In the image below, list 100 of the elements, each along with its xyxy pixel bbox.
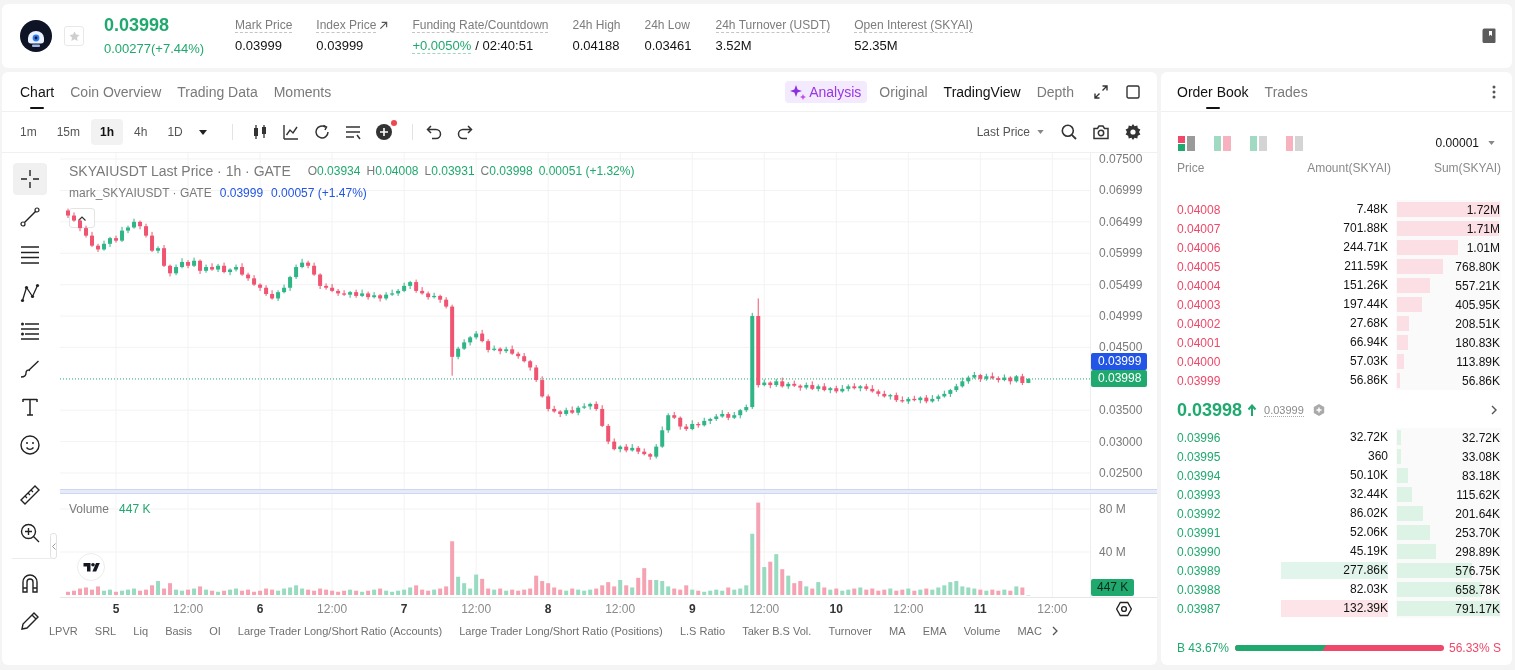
bar [882, 589, 887, 595]
indicator-tab[interactable]: MA [889, 625, 906, 637]
candlestick [426, 291, 431, 301]
bar [480, 578, 485, 595]
sum-value: 791.17K [1455, 601, 1501, 616]
indicator-tab[interactable]: Basis [165, 625, 193, 637]
price-source-dropdown[interactable]: Last Price [976, 125, 1044, 139]
sum-value: 180.83K [1455, 335, 1501, 350]
bar [438, 588, 443, 595]
view-tab[interactable]: Original [879, 83, 928, 100]
candlestick [360, 289, 365, 298]
brush-icon [20, 359, 40, 379]
replay-icon[interactable] [313, 124, 330, 140]
bar [120, 590, 125, 595]
volume-label: Volume [69, 502, 110, 516]
parallel-lines-icon [20, 321, 40, 341]
price-axis-label: 0.04500 [1099, 340, 1143, 355]
bar [498, 588, 503, 595]
volume-tag: 447 K [1091, 579, 1135, 596]
indicator-tab[interactable]: EMA [922, 625, 947, 637]
countdown-timer: / 02:40:51 [475, 38, 534, 54]
view-tab[interactable]: Depth [1036, 83, 1074, 100]
caret-icon[interactable] [198, 129, 207, 135]
bar [108, 589, 113, 595]
view-tab[interactable]: TradingView [943, 83, 1021, 100]
interval-button[interactable]: 1m [11, 119, 46, 145]
indicator-tab[interactable]: Turnover [828, 625, 872, 637]
book-icon[interactable] [1482, 28, 1496, 44]
bar [948, 582, 953, 595]
undo-icon[interactable] [425, 124, 442, 140]
price-axis-label: 0.05499 [1099, 277, 1143, 292]
bar [504, 590, 509, 595]
line-chart-icon[interactable] [282, 124, 299, 140]
candlestick [390, 289, 395, 297]
interval-button[interactable]: 1D [158, 119, 192, 145]
stat-label: Funding Rate/Countdown [412, 17, 549, 33]
time-axis-label: 8 [543, 601, 553, 617]
candlestick [366, 291, 371, 301]
indicator-tab[interactable]: Liq [133, 625, 149, 637]
chart-tab[interactable]: Trading Data [177, 72, 258, 111]
arrow-up-right-icon[interactable] [379, 20, 389, 30]
search-icon[interactable] [1061, 124, 1077, 140]
list-icon[interactable] [344, 124, 361, 140]
chevron-right-icon[interactable] [1491, 405, 1497, 415]
stat-value: 0.03461 [644, 38, 692, 54]
indicator-tab[interactable]: L.S Ratio [679, 625, 726, 637]
indicator-tab[interactable]: LPVR [49, 625, 78, 637]
order-book-tab[interactable]: Order Book [1177, 72, 1249, 111]
chart-tab[interactable]: Moments [273, 72, 332, 111]
bar [876, 590, 881, 595]
legend-change: 0.00057 (+1.47%) [271, 186, 367, 200]
sum-value: 56.86K [1461, 373, 1501, 388]
bar [672, 588, 677, 595]
settings-icon[interactable] [1125, 124, 1141, 140]
interval-button[interactable]: 4h [125, 119, 157, 145]
bar [852, 588, 857, 595]
chart-tab[interactable]: Coin Overview [70, 72, 162, 111]
bar [78, 588, 83, 595]
bar [798, 581, 803, 595]
bar [750, 533, 755, 595]
camera-icon[interactable] [1093, 124, 1109, 140]
candlestick [150, 231, 155, 253]
indicator-tab[interactable]: SRL [94, 625, 117, 637]
indicator-tab[interactable]: Taker B.S Vol. [742, 625, 812, 637]
volume-axis-label: 80 M [1099, 502, 1126, 517]
sum-value: 33.08K [1461, 449, 1501, 464]
indicator-tab[interactable]: Large Trader Long/Short Ratio (Positions) [459, 625, 663, 637]
interval-button[interactable]: 15m [47, 119, 89, 145]
indicator-tab[interactable]: Large Trader Long/Short Ratio (Accounts) [237, 625, 443, 637]
precision-dropdown[interactable]: 0.00001 [1435, 136, 1495, 150]
plus-circle-icon[interactable] [375, 124, 392, 140]
indicator-tab[interactable]: OI [209, 625, 221, 637]
chart-logo-icon[interactable] [77, 553, 105, 581]
drawing-tool-button[interactable] [13, 163, 47, 195]
more-icon[interactable] [1492, 84, 1496, 99]
settings-hexagon-icon[interactable] [1115, 601, 1132, 617]
bar [570, 588, 575, 595]
candlestick-icon[interactable] [251, 124, 268, 140]
bid-price: 0.03988 [1177, 582, 1221, 597]
price-axis-label: 0.02500 [1099, 466, 1143, 480]
bar [912, 590, 917, 595]
expand-icon[interactable] [1094, 84, 1108, 99]
bar [894, 590, 899, 595]
analysis-button[interactable]: Analysis [785, 80, 868, 103]
chart-tab[interactable]: Chart [20, 72, 55, 111]
bar [546, 583, 551, 595]
interval-button[interactable]: 1h [91, 119, 124, 145]
stat-value: 52.35M [854, 38, 898, 54]
time-axis-label: 12:00 [172, 601, 205, 617]
time-axis-label: 9 [687, 601, 697, 617]
bar [402, 589, 407, 595]
order-book-tab[interactable]: Trades [1264, 72, 1308, 111]
redo-icon[interactable] [456, 124, 473, 140]
indicator-tab[interactable]: MAC [1017, 625, 1042, 637]
layout-icon[interactable] [1178, 135, 1195, 151]
bar [864, 589, 869, 595]
square-icon[interactable] [1126, 84, 1140, 99]
indicator-tab[interactable]: Volume [963, 625, 1001, 637]
bar [870, 588, 875, 595]
chevron-right-icon[interactable] [1052, 626, 1058, 636]
